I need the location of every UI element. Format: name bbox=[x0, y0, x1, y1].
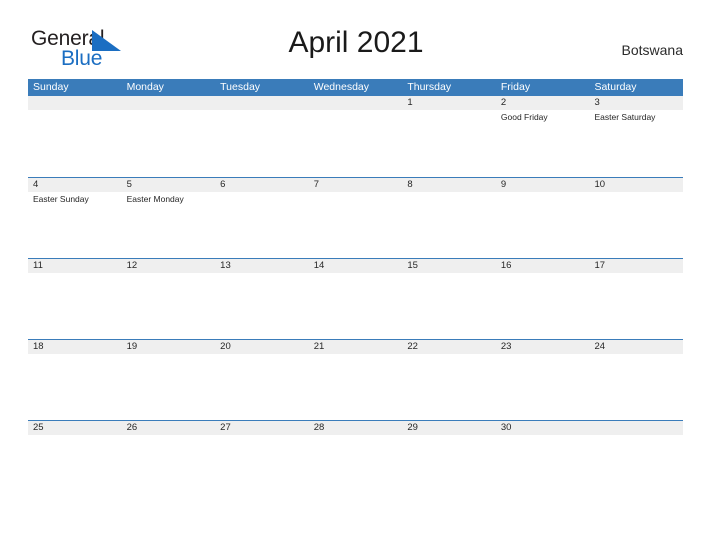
day-number: 14 bbox=[313, 260, 325, 271]
day-number: 10 bbox=[594, 179, 606, 190]
day-number: 29 bbox=[407, 422, 418, 433]
day-cell[interactable]: 8 bbox=[402, 178, 496, 258]
day-number: 16 bbox=[500, 260, 512, 271]
day-cell[interactable]: 11 bbox=[28, 259, 122, 339]
day-cell[interactable]: 24 bbox=[589, 340, 683, 420]
day-number: 21 bbox=[313, 341, 325, 352]
day-cell[interactable]: 19 bbox=[122, 340, 216, 420]
week-row: 25 26 27 28 29 30 bbox=[28, 420, 683, 501]
page-title: April 2021 bbox=[288, 26, 424, 59]
day-event: Easter Saturday bbox=[594, 112, 656, 122]
day-cell[interactable]: 30 bbox=[496, 421, 590, 501]
day-cell[interactable]: 16 bbox=[496, 259, 590, 339]
day-number: 26 bbox=[126, 422, 138, 433]
day-cell[interactable]: 4 Easter Sunday bbox=[28, 178, 122, 258]
weekday-tuesday: Tuesday bbox=[220, 81, 261, 93]
day-number: 2 bbox=[500, 97, 507, 108]
day-number: 24 bbox=[594, 341, 606, 352]
day-number: 28 bbox=[313, 422, 325, 433]
day-number: 25 bbox=[33, 422, 44, 433]
day-cell[interactable]: 20 bbox=[215, 340, 309, 420]
day-cell[interactable]: 14 bbox=[309, 259, 403, 339]
day-cell[interactable]: 15 bbox=[402, 259, 496, 339]
day-number: 1 bbox=[407, 97, 413, 108]
day-cell[interactable]: 28 bbox=[309, 421, 403, 501]
day-number: 5 bbox=[126, 179, 132, 190]
country-label: Botswana bbox=[621, 42, 683, 58]
weekday-friday: Friday bbox=[500, 81, 531, 93]
week-row: 4 Easter Sunday 5 Easter Monday 6 7 8 9 bbox=[28, 177, 683, 258]
day-cell[interactable] bbox=[122, 96, 216, 177]
day-cell[interactable]: 3 Easter Saturday bbox=[589, 96, 683, 177]
day-event: Easter Monday bbox=[126, 194, 184, 204]
day-cell[interactable]: 26 bbox=[122, 421, 216, 501]
day-cell[interactable]: 27 bbox=[215, 421, 309, 501]
day-cell[interactable]: 17 bbox=[589, 259, 683, 339]
day-number: 30 bbox=[500, 422, 512, 433]
weekday-wednesday: Wednesday bbox=[313, 81, 369, 93]
day-number: 7 bbox=[313, 179, 320, 190]
day-cell[interactable]: 5 Easter Monday bbox=[122, 178, 216, 258]
day-cell[interactable] bbox=[309, 96, 403, 177]
day-cell[interactable]: 9 bbox=[496, 178, 590, 258]
day-event: Easter Sunday bbox=[33, 194, 89, 204]
day-cell[interactable] bbox=[589, 421, 683, 501]
day-number: 15 bbox=[407, 260, 418, 271]
day-cell[interactable]: 18 bbox=[28, 340, 122, 420]
day-cell[interactable]: 22 bbox=[402, 340, 496, 420]
day-cell[interactable]: 1 bbox=[402, 96, 496, 177]
weekday-header-row: Sunday Monday Tuesday Wednesday Thursday… bbox=[28, 79, 683, 96]
day-cell[interactable]: 2 Good Friday bbox=[496, 96, 590, 177]
day-cell[interactable]: 13 bbox=[215, 259, 309, 339]
day-number: 22 bbox=[407, 341, 418, 352]
day-cell[interactable] bbox=[215, 96, 309, 177]
day-number: 23 bbox=[500, 341, 512, 352]
day-number: 18 bbox=[33, 341, 44, 352]
day-number: 19 bbox=[126, 341, 138, 352]
week-row: 18 19 20 21 22 23 24 bbox=[28, 339, 683, 420]
day-number: 20 bbox=[220, 341, 231, 352]
day-cell[interactable] bbox=[28, 96, 122, 177]
day-number: 4 bbox=[33, 179, 39, 190]
day-cell[interactable]: 23 bbox=[496, 340, 590, 420]
day-number: 8 bbox=[407, 179, 413, 190]
day-number: 27 bbox=[220, 422, 231, 433]
weekday-sunday: Sunday bbox=[33, 81, 69, 93]
day-number: 13 bbox=[220, 260, 231, 271]
day-number: 17 bbox=[594, 260, 606, 271]
day-cell[interactable]: 25 bbox=[28, 421, 122, 501]
day-number: 9 bbox=[500, 179, 507, 190]
calendar-grid: Sunday Monday Tuesday Wednesday Thursday… bbox=[28, 79, 683, 501]
day-event: Good Friday bbox=[500, 112, 548, 122]
weekday-saturday: Saturday bbox=[594, 81, 637, 93]
day-number: 11 bbox=[33, 260, 43, 271]
calendar-page: General Blue April 2021 Botswana Sunday … bbox=[0, 0, 712, 550]
week-row: 11 12 13 14 15 16 17 bbox=[28, 258, 683, 339]
weekday-thursday: Thursday bbox=[407, 81, 452, 93]
day-number: 12 bbox=[126, 260, 138, 271]
weekday-monday: Monday bbox=[126, 81, 164, 93]
day-cell[interactable]: 6 bbox=[215, 178, 309, 258]
day-cell[interactable]: 21 bbox=[309, 340, 403, 420]
day-cell[interactable]: 12 bbox=[122, 259, 216, 339]
day-number: 3 bbox=[594, 97, 600, 108]
page-header: General Blue April 2021 Botswana bbox=[0, 0, 712, 78]
week-row: 1 2 Good Friday 3 Easter Saturday bbox=[28, 96, 683, 177]
day-cell[interactable]: 29 bbox=[402, 421, 496, 501]
day-cell[interactable]: 7 bbox=[309, 178, 403, 258]
day-number: 6 bbox=[220, 179, 226, 190]
day-cell[interactable]: 10 bbox=[589, 178, 683, 258]
